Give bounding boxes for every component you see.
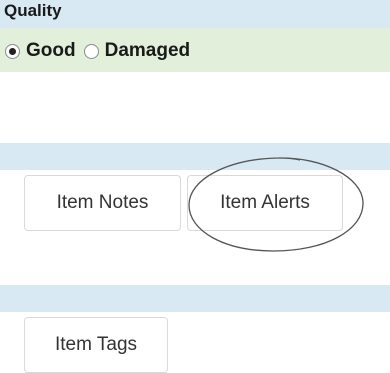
section-divider-band — [0, 143, 390, 170]
item-tags-button[interactable]: Item Tags — [24, 317, 168, 373]
radio-label-damaged: Damaged — [104, 40, 191, 61]
radio-label-good: Good — [26, 40, 76, 61]
section-divider-band-2 — [0, 285, 390, 312]
item-notes-button[interactable]: Item Notes — [24, 175, 181, 231]
quality-radio-group: Good Damaged — [5, 39, 190, 63]
quality-title: Quality — [4, 1, 62, 20]
radio-option-damaged[interactable]: Damaged — [83, 39, 191, 63]
item-alerts-button[interactable]: Item Alerts — [187, 175, 343, 231]
radio-button-good[interactable] — [5, 43, 20, 59]
radio-option-good[interactable]: Good — [5, 39, 76, 63]
radio-button-damaged[interactable] — [83, 43, 99, 59]
